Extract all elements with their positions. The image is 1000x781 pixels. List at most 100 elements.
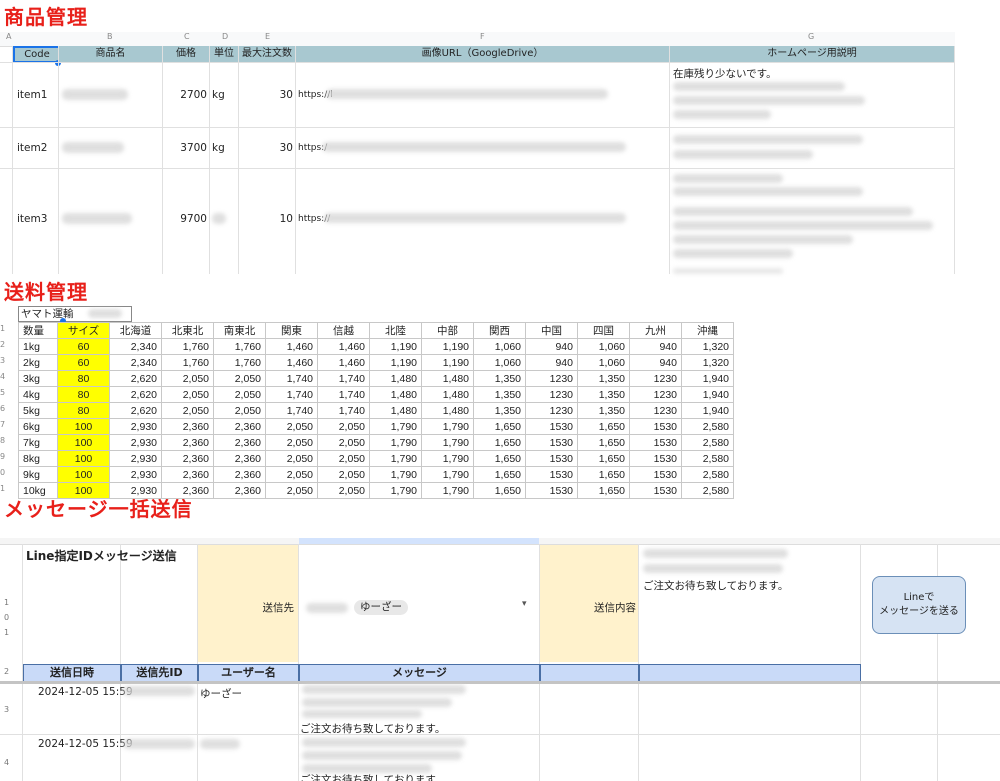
log-header-username[interactable]: ユーザー名 [198, 664, 299, 682]
rate-cell[interactable]: 1,650 [473, 482, 526, 499]
rate-cell[interactable]: 1230 [629, 370, 682, 387]
rate-cell[interactable]: 1,060 [473, 354, 526, 371]
shipping-header-cell[interactable]: 九州 [629, 322, 682, 339]
rate-cell[interactable]: 1530 [525, 434, 578, 451]
rate-cell[interactable]: 1,480 [421, 402, 474, 419]
rate-cell[interactable]: 2,360 [213, 434, 266, 451]
dropdown-arrow-icon[interactable]: ▾ [522, 599, 527, 609]
rate-cell[interactable]: 1,650 [473, 418, 526, 435]
shipping-header-cell[interactable]: 四国 [577, 322, 630, 339]
item-code[interactable]: item1 [17, 89, 47, 101]
rate-cell[interactable]: 2,620 [109, 370, 162, 387]
rate-cell[interactable]: 1,790 [421, 450, 474, 467]
log-header-message[interactable]: メッセージ [299, 664, 540, 682]
item-max-order[interactable]: 30 [239, 89, 293, 101]
shipping-header-cell[interactable]: 中部 [421, 322, 474, 339]
send-line-message-button[interactable]: Lineで メッセージを送る [872, 576, 966, 634]
rate-cell[interactable]: 1,650 [577, 434, 630, 451]
rate-cell[interactable]: 1,760 [213, 338, 266, 355]
rate-cell[interactable]: 1,790 [421, 466, 474, 483]
header-image-url[interactable]: 画像URL（GoogleDrive） [296, 46, 670, 62]
rate-cell[interactable]: 1,480 [369, 386, 422, 403]
rate-cell[interactable]: 1,790 [369, 434, 422, 451]
weight-cell[interactable]: 6kg [18, 418, 58, 435]
rate-cell[interactable]: 2,360 [161, 450, 214, 467]
shipping-header-cell[interactable]: 数量 [18, 322, 58, 339]
shipping-header-cell[interactable]: サイズ [57, 322, 110, 339]
weight-cell[interactable]: 2kg [18, 354, 58, 371]
size-cell[interactable]: 100 [57, 418, 110, 435]
log-date[interactable]: 2024-12-05 15:59 [38, 738, 133, 750]
rate-cell[interactable]: 1,190 [369, 338, 422, 355]
rate-cell[interactable]: 1,060 [577, 354, 630, 371]
shipping-header-cell[interactable]: 中国 [525, 322, 578, 339]
rate-cell[interactable]: 1,650 [473, 466, 526, 483]
rate-cell[interactable]: 2,050 [265, 418, 318, 435]
weight-cell[interactable]: 4kg [18, 386, 58, 403]
rate-cell[interactable]: 940 [629, 338, 682, 355]
rate-cell[interactable]: 1,940 [681, 402, 734, 419]
rate-cell[interactable]: 940 [629, 354, 682, 371]
shipping-header-cell[interactable]: 北陸 [369, 322, 422, 339]
rate-cell[interactable]: 1,740 [317, 386, 370, 403]
rate-cell[interactable]: 2,360 [161, 482, 214, 499]
recipient-chip[interactable]: ゆーざー [354, 600, 408, 615]
rate-cell[interactable]: 2,050 [161, 386, 214, 403]
rate-cell[interactable]: 2,360 [161, 466, 214, 483]
rate-cell[interactable]: 1,320 [681, 338, 734, 355]
rate-cell[interactable]: 2,580 [681, 418, 734, 435]
rate-cell[interactable]: 940 [525, 338, 578, 355]
shipping-header-cell[interactable]: 関東 [265, 322, 318, 339]
rate-cell[interactable]: 1,350 [473, 386, 526, 403]
rate-cell[interactable]: 1,190 [421, 354, 474, 371]
item-price[interactable]: 9700 [163, 213, 207, 225]
item-price[interactable]: 2700 [163, 89, 207, 101]
item-max-order[interactable]: 30 [239, 142, 293, 154]
content-text[interactable]: ご注文お待ち致しております。 [643, 578, 788, 593]
rate-cell[interactable]: 1230 [525, 386, 578, 403]
rate-cell[interactable]: 1,940 [681, 386, 734, 403]
rate-cell[interactable]: 1,790 [369, 482, 422, 499]
rate-cell[interactable]: 2,360 [213, 482, 266, 499]
rate-cell[interactable]: 1,740 [265, 386, 318, 403]
weight-cell[interactable]: 3kg [18, 370, 58, 387]
rate-cell[interactable]: 1,650 [473, 450, 526, 467]
rate-cell[interactable]: 1,460 [265, 354, 318, 371]
rate-cell[interactable]: 1,480 [421, 386, 474, 403]
shipping-header-cell[interactable]: 信越 [317, 322, 370, 339]
rate-cell[interactable]: 1,480 [369, 370, 422, 387]
rate-cell[interactable]: 1,460 [265, 338, 318, 355]
rate-cell[interactable]: 1,190 [369, 354, 422, 371]
rate-cell[interactable]: 2,360 [213, 418, 266, 435]
col-letter-c[interactable]: C [184, 32, 190, 41]
rate-cell[interactable]: 1,760 [161, 354, 214, 371]
rate-cell[interactable]: 2,360 [213, 466, 266, 483]
log-date[interactable]: 2024-12-05 15:59 [38, 686, 133, 698]
rate-cell[interactable]: 1230 [629, 386, 682, 403]
rate-cell[interactable]: 2,580 [681, 466, 734, 483]
shipping-header-cell[interactable]: 沖縄 [681, 322, 734, 339]
rate-cell[interactable]: 1,790 [421, 434, 474, 451]
item-max-order[interactable]: 10 [239, 213, 293, 225]
weight-cell[interactable]: 8kg [18, 450, 58, 467]
col-letter-b[interactable]: B [107, 32, 113, 41]
rate-cell[interactable]: 1,740 [317, 402, 370, 419]
rate-cell[interactable]: 1,790 [421, 418, 474, 435]
size-cell[interactable]: 80 [57, 402, 110, 419]
rate-cell[interactable]: 2,360 [161, 434, 214, 451]
log-username[interactable]: ゆーざー [200, 686, 242, 701]
log-message[interactable]: ご注文お待ち致しております。 [300, 772, 445, 781]
col-letter-f[interactable]: F [480, 32, 485, 41]
rate-cell[interactable]: 1,320 [681, 354, 734, 371]
rate-cell[interactable]: 1,060 [473, 338, 526, 355]
rate-cell[interactable]: 1,790 [369, 450, 422, 467]
rate-cell[interactable]: 1,650 [577, 482, 630, 499]
rate-cell[interactable]: 2,340 [109, 338, 162, 355]
item-unit[interactable]: kg [212, 89, 225, 101]
rate-cell[interactable]: 2,930 [109, 482, 162, 499]
rate-cell[interactable]: 2,360 [213, 450, 266, 467]
weight-cell[interactable]: 1kg [18, 338, 58, 355]
rate-cell[interactable]: 2,050 [317, 466, 370, 483]
weight-cell[interactable]: 9kg [18, 466, 58, 483]
header-description[interactable]: ホームページ用説明 [670, 46, 955, 62]
